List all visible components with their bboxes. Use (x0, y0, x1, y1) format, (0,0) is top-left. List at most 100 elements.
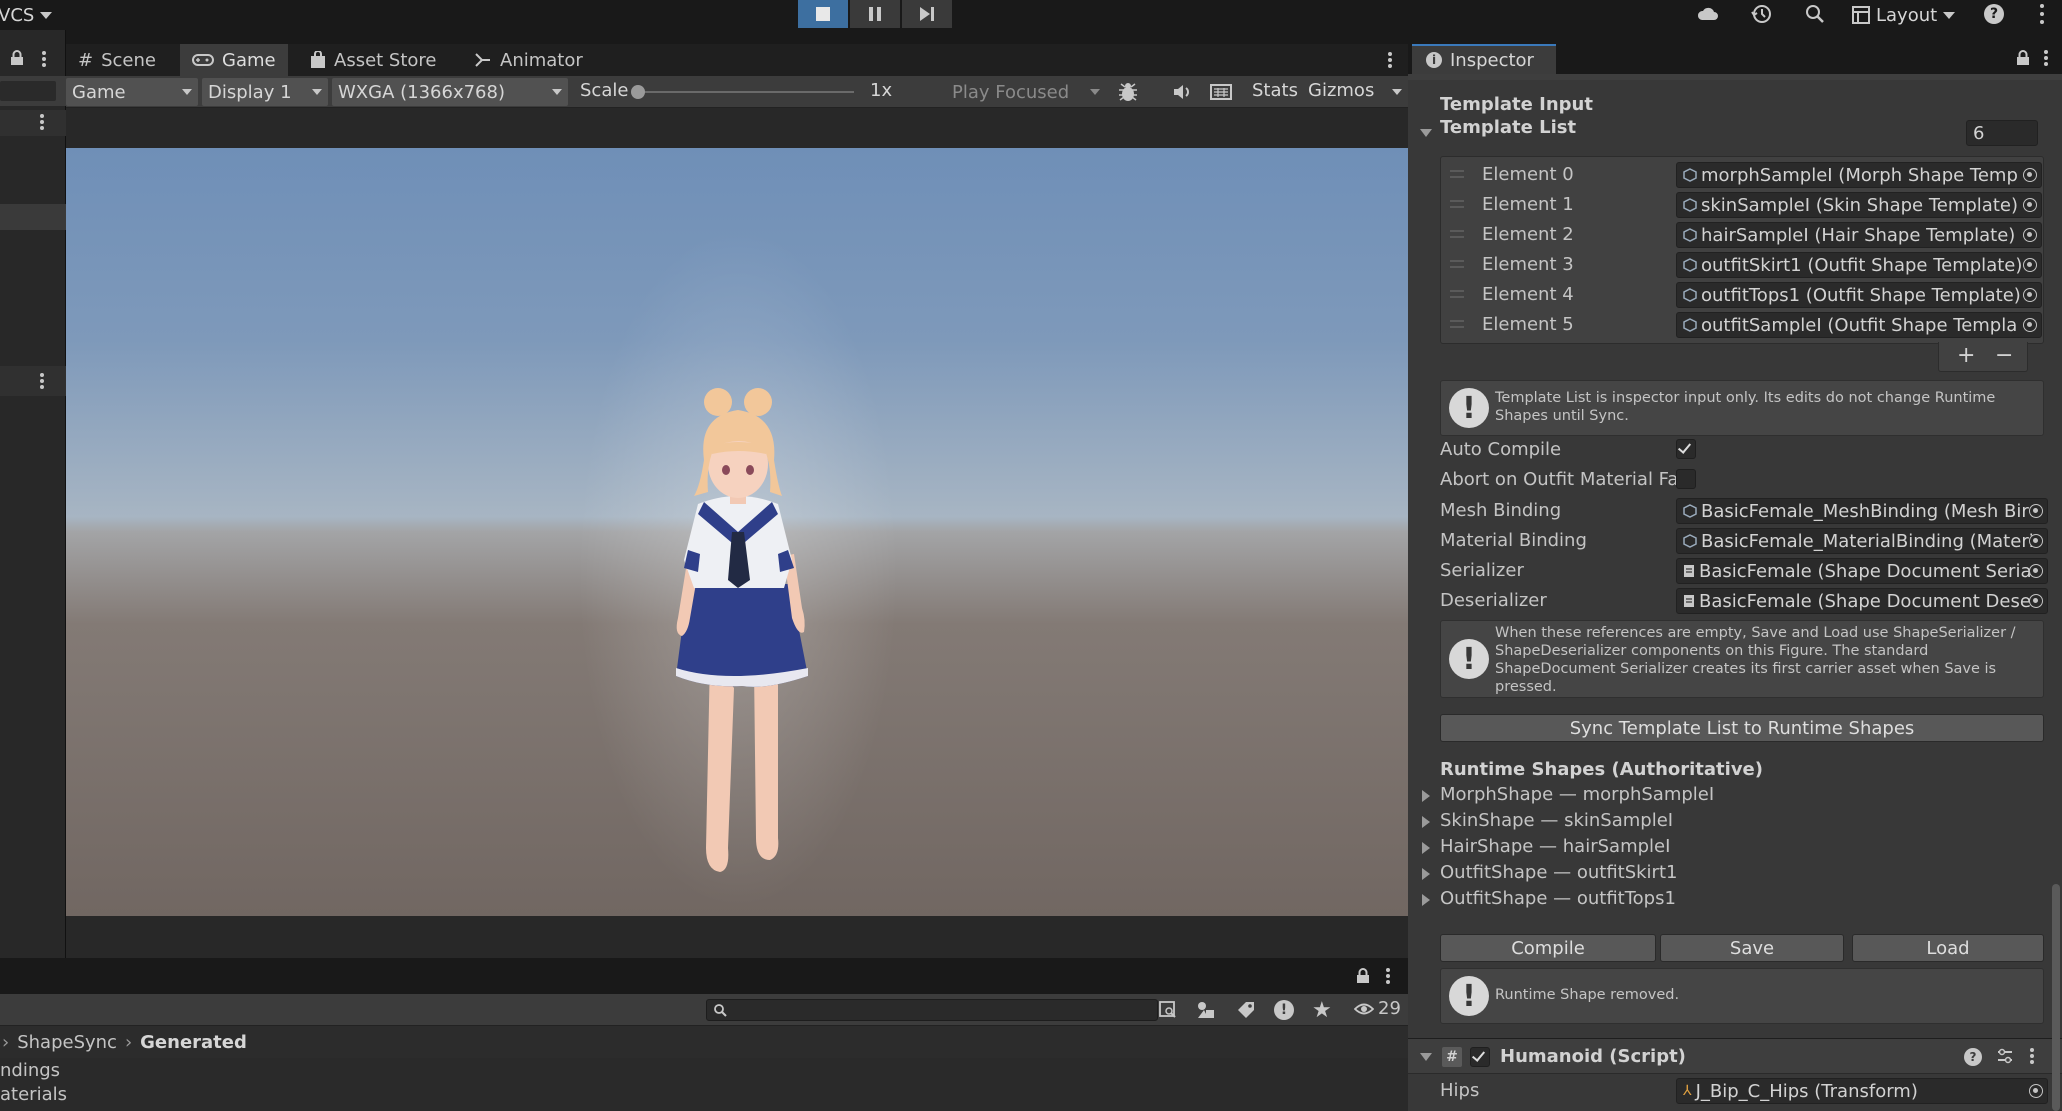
tab-animator[interactable]: Animator (462, 44, 595, 76)
gizmos-dropdown[interactable]: Gizmos (1306, 78, 1406, 106)
more-icon[interactable] (2040, 4, 2044, 24)
help-icon[interactable]: ? (1964, 1048, 1982, 1066)
lock-icon[interactable] (10, 50, 24, 66)
reference-field[interactable]: BasicFemale (Shape Document Seria (1676, 558, 2048, 584)
more-icon[interactable] (40, 373, 44, 389)
drag-handle-icon[interactable] (1450, 290, 1464, 298)
runtime-shape-item[interactable]: OutfitShape — outfitTops1 (1440, 888, 1676, 909)
search-by-type-icon[interactable] (1158, 1000, 1178, 1020)
element-object-field[interactable]: hairSampleI (Hair Shape Template) (1676, 222, 2042, 248)
component-enabled-checkbox[interactable] (1470, 1047, 1490, 1067)
template-list-element[interactable]: Element 0 morphSampleI (Morph Shape Temp (1440, 160, 2044, 190)
template-list-label[interactable]: Template List (1440, 117, 1576, 138)
lock-icon[interactable] (1356, 968, 1370, 984)
tab-scene[interactable]: # Scene (66, 44, 168, 76)
play-mode-dropdown[interactable]: Play Focused (946, 78, 1106, 106)
foldout-arrow-icon[interactable] (1422, 894, 1430, 906)
display-mode-dropdown[interactable]: Game (66, 78, 198, 106)
template-list-element[interactable]: Element 4 outfitTops1 (Outfit Shape Templ… (1440, 280, 2044, 310)
hips-field[interactable]: ⅄ J_Bip_C_Hips (Transform) (1676, 1078, 2048, 1104)
scale-slider-thumb[interactable] (631, 85, 645, 99)
runtime-shape-item[interactable]: MorphShape — morphSampleI (1440, 784, 1714, 805)
add-element-button[interactable]: + (1957, 343, 1975, 368)
object-picker-icon[interactable] (2029, 594, 2043, 608)
bug-icon[interactable] (1116, 80, 1140, 104)
search-icon[interactable] (1804, 3, 1826, 25)
keyboard-icon[interactable] (1210, 83, 1232, 101)
cloud-icon[interactable] (1696, 4, 1720, 24)
help-icon[interactable]: ? (1984, 4, 2004, 24)
drag-handle-icon[interactable] (1450, 260, 1464, 268)
pause-button[interactable] (850, 0, 900, 28)
audio-icon[interactable] (1172, 83, 1192, 101)
layout-dropdown[interactable]: Layout (1852, 2, 1956, 28)
more-icon[interactable] (2030, 1048, 2034, 1064)
display-dropdown[interactable]: Display 1 (202, 78, 328, 106)
auto-compile-checkbox[interactable] (1676, 439, 1696, 459)
inspector-scrollbar-thumb[interactable] (2052, 884, 2060, 1111)
stats-button[interactable]: Stats (1252, 80, 1298, 101)
hierarchy-search[interactable] (0, 81, 56, 101)
element-object-field[interactable]: outfitSampleI (Outfit Shape Templa (1676, 312, 2042, 338)
element-object-field[interactable]: morphSampleI (Morph Shape Temp (1676, 162, 2042, 188)
game-viewport[interactable] (66, 148, 1408, 916)
element-object-field[interactable]: outfitSkirt1 (Outfit Shape Template) (1676, 252, 2042, 278)
object-picker-icon[interactable] (2023, 318, 2037, 332)
hidden-packages-toggle[interactable]: 29 (1354, 998, 1401, 1019)
hierarchy-row-selected[interactable] (0, 204, 66, 230)
tab-game[interactable]: Game (180, 44, 288, 76)
foldout-arrow-icon[interactable] (1420, 129, 1432, 137)
play-button[interactable] (798, 0, 848, 28)
runtime-shape-item[interactable]: OutfitShape — outfitSkirt1 (1440, 862, 1677, 883)
warning-filter-icon[interactable]: ! (1274, 1000, 1294, 1020)
step-button[interactable] (902, 0, 952, 28)
object-picker-icon[interactable] (2023, 228, 2037, 242)
runtime-shape-item[interactable]: SkinShape — skinSampleI (1440, 810, 1673, 831)
object-picker-icon[interactable] (2029, 1084, 2043, 1098)
history-icon[interactable] (1750, 3, 1772, 25)
tab-inspector[interactable]: i Inspector (1412, 44, 1556, 74)
drag-handle-icon[interactable] (1450, 320, 1464, 328)
reference-field[interactable]: BasicFemale_MeshBinding (Mesh Bir (1676, 498, 2048, 524)
object-picker-icon[interactable] (2029, 504, 2043, 518)
foldout-arrow-icon[interactable] (1422, 842, 1430, 854)
template-list-element[interactable]: Element 3 outfitSkirt1 (Outfit Shape Temp… (1440, 250, 2044, 280)
lock-icon[interactable] (2016, 50, 2030, 66)
vcs-menu[interactable]: VCS (0, 2, 53, 28)
more-icon[interactable] (1388, 52, 1392, 68)
element-object-field[interactable]: skinSampleI (Skin Shape Template) (1676, 192, 2042, 218)
sync-button[interactable]: Sync Template List to Runtime Shapes (1440, 714, 2044, 742)
compile-button[interactable]: Compile (1440, 934, 1656, 962)
reference-field[interactable]: BasicFemale (Shape Document Dese (1676, 588, 2048, 614)
humanoid-component-header[interactable]: # Humanoid (Script) ? (1408, 1038, 2062, 1074)
search-by-type-filter-icon[interactable] (1196, 1000, 1216, 1020)
hierarchy-row[interactable] (0, 366, 66, 396)
foldout-arrow-icon[interactable] (1422, 816, 1430, 828)
preset-icon[interactable] (1996, 1047, 2014, 1065)
template-list-element[interactable]: Element 2 hairSampleI (Hair Shape Templat… (1440, 220, 2044, 250)
more-icon[interactable] (1386, 968, 1390, 984)
list-item[interactable]: aterials (0, 1084, 67, 1108)
breadcrumb-item-current[interactable]: Generated (140, 1032, 247, 1053)
template-list-element[interactable]: Element 5 outfitSampleI (Outfit Shape Tem… (1440, 310, 2044, 340)
list-item[interactable]: ndings (0, 1060, 60, 1084)
drag-handle-icon[interactable] (1450, 200, 1464, 208)
drag-handle-icon[interactable] (1450, 230, 1464, 238)
template-list-element[interactable]: Element 1 skinSampleI (Skin Shape Templat… (1440, 190, 2044, 220)
tab-asset-store[interactable]: Asset Store (298, 44, 449, 76)
label-icon[interactable] (1236, 1000, 1256, 1020)
object-picker-icon[interactable] (2029, 564, 2043, 578)
hierarchy-row[interactable] (0, 110, 66, 136)
more-icon[interactable] (40, 114, 44, 130)
save-button[interactable]: Save (1660, 934, 1844, 962)
project-search-input[interactable] (706, 999, 1158, 1021)
runtime-shape-item[interactable]: HairShape — hairSampleI (1440, 836, 1670, 857)
remove-element-button[interactable]: − (1995, 343, 2013, 368)
more-icon[interactable] (2044, 50, 2048, 66)
abort-on-fail-checkbox[interactable] (1676, 469, 1696, 489)
reference-field[interactable]: BasicFemale_MaterialBinding (Materi (1676, 528, 2048, 554)
favorite-icon[interactable]: ★ (1312, 998, 1332, 1023)
object-picker-icon[interactable] (2029, 534, 2043, 548)
breadcrumb-item[interactable]: ShapeSync (17, 1032, 117, 1053)
scale-slider[interactable] (631, 85, 854, 99)
